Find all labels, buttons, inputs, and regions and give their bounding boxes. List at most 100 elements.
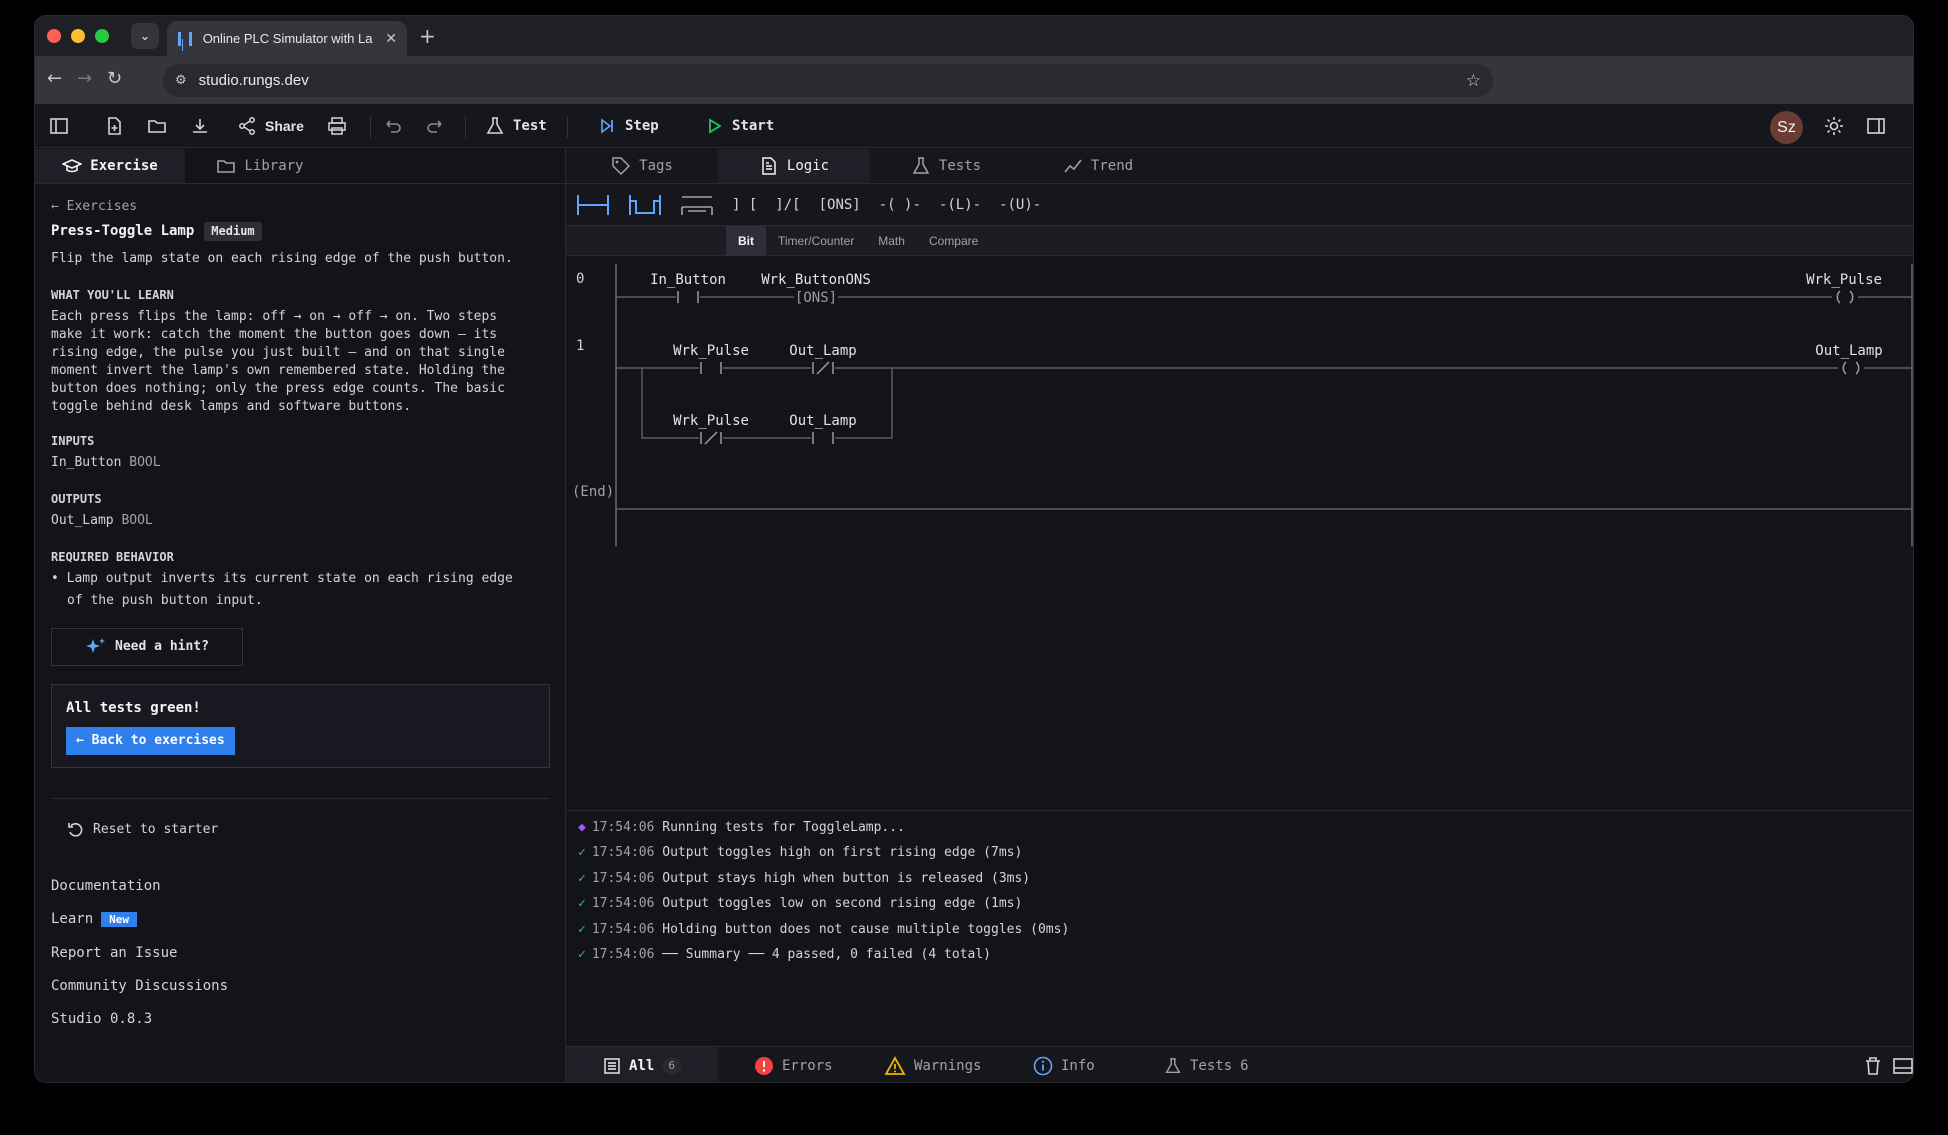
documentation-link[interactable]: Documentation — [51, 875, 549, 897]
behavior-line: of the push button input. — [67, 593, 263, 608]
close-window-button[interactable] — [47, 29, 61, 43]
tab-bit[interactable]: Bit — [726, 225, 766, 256]
toggle-right-panel-button[interactable] — [1866, 104, 1886, 148]
tab-timer-counter[interactable]: Timer/Counter — [766, 226, 866, 256]
filter-warnings[interactable]: Warnings — [884, 1047, 982, 1082]
ons-instruction[interactable]: [ONS] — [794, 289, 838, 306]
reset-button[interactable]: Reset to starter — [51, 819, 549, 841]
new-file-button[interactable] — [104, 104, 124, 148]
otu-button[interactable]: -(U)- — [999, 190, 1041, 220]
contact-xio[interactable] — [811, 361, 835, 375]
test-button[interactable]: Test — [485, 104, 547, 148]
tab-search-chevron-icon[interactable]: ⌄ — [131, 23, 159, 49]
minimize-window-button[interactable] — [71, 29, 85, 43]
site-favicon-icon — [177, 31, 193, 47]
reset-label: Reset to starter — [93, 822, 219, 837]
share-button[interactable]: Share — [237, 104, 304, 148]
filter-all-label: All — [629, 1058, 655, 1074]
bookmark-star-icon[interactable]: ☆ — [1466, 71, 1481, 91]
reload-icon[interactable]: ↻ — [107, 68, 122, 89]
hint-button[interactable]: Need a hint? — [51, 628, 243, 666]
left-tabs: Exercise Library — [35, 149, 565, 184]
add-branch-button[interactable] — [628, 190, 662, 220]
report-issue-link[interactable]: Report an Issue — [51, 942, 549, 964]
console-line: ✓ 17:54:06 Output stays high when button … — [578, 866, 1903, 891]
forward-arrow-icon[interactable]: → — [77, 68, 92, 89]
divider — [51, 798, 550, 799]
otl-button[interactable]: -(L)- — [939, 190, 981, 220]
filter-all[interactable]: All 6 — [566, 1047, 718, 1082]
success-box: All tests green! ← Back to exercises — [51, 684, 550, 768]
maximize-window-button[interactable] — [95, 29, 109, 43]
theme-toggle-button[interactable] — [1824, 104, 1844, 148]
undo-icon — [386, 120, 401, 133]
toggle-sidebar-button[interactable] — [49, 104, 69, 148]
contact-xic[interactable] — [811, 431, 835, 445]
learn-line: Each press flips the lamp: off → on → of… — [51, 309, 498, 324]
browser-tab[interactable]: Online PLC Simulator with La ✕ — [167, 21, 407, 56]
contact-xic[interactable] — [699, 361, 723, 375]
xic-button[interactable]: ] [ — [732, 190, 757, 220]
console-timestamp: 17:54:06 — [591, 896, 655, 912]
info-icon — [1033, 1056, 1053, 1076]
contact-xic[interactable] — [676, 290, 700, 304]
browser-tab-title: Online PLC Simulator with La — [202, 31, 373, 46]
download-button[interactable] — [190, 104, 210, 148]
filter-info[interactable]: Info — [1033, 1047, 1095, 1082]
coil-ote[interactable] — [1838, 360, 1864, 376]
step-button[interactable]: Step — [597, 104, 659, 148]
new-file-icon — [108, 117, 121, 135]
tab-tags[interactable]: Tags — [566, 149, 718, 183]
add-rung-button[interactable] — [576, 190, 610, 220]
exercise-summary: Flip the lamp state on each rising edge … — [51, 251, 513, 266]
editor-panel: Tags Logic Tests Trend] []/[[ONS] -(… — [566, 149, 1913, 1082]
output-name: Out_Lamp — [51, 513, 114, 528]
learn-line: button does nothing; only the press edge… — [51, 381, 505, 396]
close-tab-icon[interactable]: ✕ — [385, 31, 397, 47]
tab-math[interactable]: Math — [866, 226, 917, 256]
tab-trend[interactable]: Trend — [1022, 149, 1174, 183]
ladder-editor[interactable]: 0 In_Button [ONS] Wrk_ButtonONS Wrk_Puls… — [566, 256, 1913, 810]
url-omnibox[interactable]: ⚙ studio.rungs.dev ☆ — [163, 64, 1493, 97]
clear-console-button[interactable] — [1864, 1047, 1882, 1082]
toggle-console-button[interactable] — [1893, 1047, 1913, 1082]
tab-tests[interactable]: Tests — [870, 149, 1022, 183]
coil-ote[interactable] — [1832, 289, 1858, 305]
community-link[interactable]: Community Discussions — [51, 975, 549, 997]
tab-logic[interactable]: Logic — [718, 149, 870, 183]
start-button[interactable]: Start — [704, 104, 774, 148]
warning-icon — [884, 1056, 906, 1075]
open-folder-button[interactable] — [147, 104, 167, 148]
console-message: ── Summary ── 4 passed, 0 failed (4 tota… — [662, 947, 992, 963]
back-arrow-icon[interactable]: ← — [47, 68, 62, 89]
coil-tag-label: Out_Lamp — [1815, 343, 1882, 359]
toolbar-divider — [465, 116, 466, 138]
ote-button[interactable]: -( )- — [879, 190, 921, 220]
xio-button[interactable]: ]/[ — [775, 190, 800, 220]
tab-compare[interactable]: Compare — [917, 226, 990, 256]
filter-warnings-label: Warnings — [914, 1058, 982, 1074]
graduation-cap-icon — [62, 159, 83, 173]
running-icon: ◆ — [578, 820, 586, 835]
filter-errors[interactable]: Errors — [754, 1047, 833, 1082]
input-row: In_Button BOOL — [51, 452, 549, 474]
back-to-exercises-link[interactable]: ← Exercises — [51, 196, 549, 218]
site-settings-icon[interactable]: ⚙ — [175, 73, 187, 88]
ons-button[interactable]: [ONS] — [819, 190, 861, 220]
tab-trend-label: Trend — [1090, 158, 1134, 174]
back-to-exercises-button[interactable]: ← Back to exercises — [66, 727, 235, 755]
add-nested-branch-button[interactable] — [680, 190, 714, 220]
print-button[interactable] — [327, 104, 347, 148]
console-timestamp: 17:54:06 — [591, 845, 655, 861]
tab-exercise[interactable]: Exercise — [35, 149, 185, 183]
new-tab-plus-icon[interactable]: + — [419, 24, 436, 48]
redo-button[interactable] — [425, 104, 445, 148]
filter-tests[interactable]: Tests 6 — [1164, 1047, 1249, 1082]
tab-library[interactable]: Library — [185, 149, 335, 183]
undo-button[interactable] — [383, 104, 403, 148]
contact-xio[interactable] — [699, 431, 723, 445]
console-line: ◆ 17:54:06 Running tests for ToggleLamp..… — [578, 815, 1903, 840]
learn-link[interactable]: Learn New — [51, 908, 549, 931]
user-avatar[interactable]: Sz — [1770, 111, 1803, 144]
redo-icon — [427, 120, 442, 133]
